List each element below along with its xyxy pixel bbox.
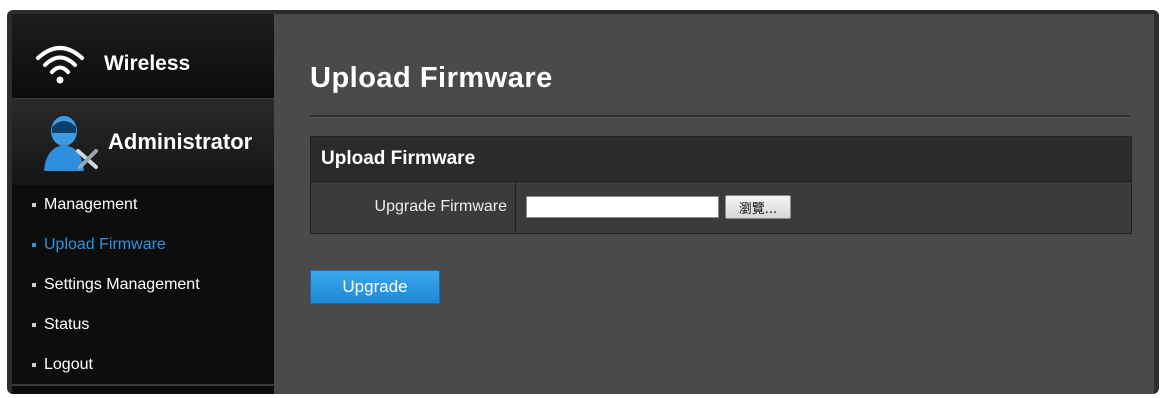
sidebar-item-label: Settings Management [44,276,200,293]
sidebar-item-label: Status [44,316,90,333]
wifi-icon [34,42,86,92]
bullet-icon [32,282,36,287]
sidebar-divider [12,384,274,386]
firmware-file-input[interactable] [526,196,719,218]
page-title: Upload Firmware [310,62,553,94]
sidebar-item-label: Logout [44,356,93,373]
sidebar-item-wireless[interactable]: Wireless [12,14,274,99]
sidebar-item-label: Management [44,196,138,213]
sidebar-item-logout[interactable]: Logout [12,345,274,385]
admin-submenu: Management Upload Firmware Settings Mana… [12,185,274,385]
sidebar-item-upload-firmware[interactable]: Upload Firmware [12,225,274,265]
sidebar-item-label: Upload Firmware [44,236,166,253]
sidebar: Wireless Administrator Management Upload… [12,14,286,394]
sidebar-item-management[interactable]: Management [12,185,274,225]
upgrade-button[interactable]: Upgrade [310,270,440,304]
bullet-icon [32,362,36,367]
upload-firmware-panel: Upload Firmware Upgrade Firmware 瀏覽... [310,136,1132,234]
wireless-label: Wireless [104,52,191,75]
bullet-icon [32,322,36,327]
browse-button[interactable]: 瀏覽... [725,195,791,219]
upgrade-firmware-label: Upgrade Firmware [311,182,516,232]
bullet-icon [32,242,36,247]
sidebar-item-status[interactable]: Status [12,305,274,345]
bullet-icon [32,202,36,207]
panel-heading: Upload Firmware [311,137,1131,182]
sidebar-item-settings-management[interactable]: Settings Management [12,265,274,305]
administrator-icon [40,113,102,177]
sidebar-item-administrator[interactable]: Administrator [12,99,286,185]
upgrade-firmware-row: Upgrade Firmware 瀏覽... [311,182,1131,232]
main-content: Upload Firmware Upload Firmware Upgrade … [274,14,1154,394]
title-divider [310,115,1130,118]
administrator-label: Administrator [108,129,253,154]
